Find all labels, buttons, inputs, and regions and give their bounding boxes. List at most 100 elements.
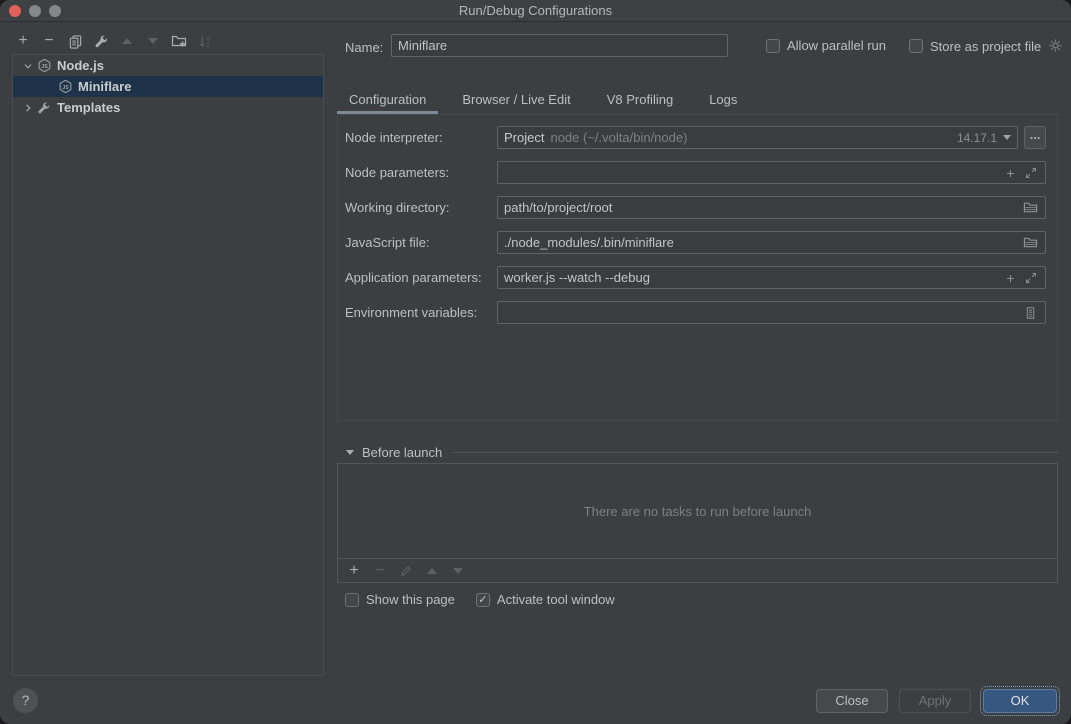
node-interpreter-combobox[interactable]: Project node (~/.volta/bin/node) 14.17.1 xyxy=(497,126,1018,149)
interpreter-project: Project xyxy=(504,130,544,145)
move-configuration-down-button xyxy=(145,33,161,49)
nodejs-icon: JS xyxy=(36,58,52,74)
zoom-window-button xyxy=(49,5,61,17)
tree-item-label: Node.js xyxy=(57,58,104,73)
page-options: Show this page ✓ Activate tool window xyxy=(345,592,615,607)
interpreter-version: 14.17.1 xyxy=(957,131,997,145)
tab-configuration[interactable]: Configuration xyxy=(337,88,438,114)
move-configuration-up-button xyxy=(119,33,135,49)
tree-item-label: Templates xyxy=(57,100,120,115)
allow-parallel-run-checkbox[interactable] xyxy=(766,39,780,53)
triangle-up-icon xyxy=(427,568,437,574)
javascript-file-field xyxy=(497,231,1046,254)
check-icon: ✓ xyxy=(478,593,487,606)
store-as-project-file-option: Store as project file xyxy=(909,38,1064,54)
activate-tool-window-checkbox[interactable]: ✓ xyxy=(476,593,490,607)
interpreter-path: node (~/.volta/bin/node) xyxy=(550,130,956,145)
name-label: Name: xyxy=(345,40,383,55)
allow-parallel-run-option: Allow parallel run xyxy=(766,38,886,53)
javascript-file-input[interactable] xyxy=(504,235,1019,250)
application-parameters-row: Application parameters: + xyxy=(337,266,1058,289)
help-button[interactable]: ? xyxy=(13,688,38,713)
before-launch-toolbar: + − xyxy=(338,558,1057,582)
chevron-right-icon[interactable] xyxy=(20,102,36,114)
triangle-down-icon xyxy=(148,38,158,44)
variables-list-icon[interactable] xyxy=(1022,305,1039,321)
environment-variables-field xyxy=(497,301,1046,324)
tab-logs[interactable]: Logs xyxy=(697,88,749,114)
plus-icon: + xyxy=(349,563,358,579)
working-directory-input[interactable] xyxy=(504,200,1019,215)
copy-configuration-button[interactable] xyxy=(67,33,83,49)
show-this-page-checkbox[interactable] xyxy=(345,593,359,607)
tree-item-nodejs[interactable]: JS Node.js xyxy=(13,55,323,76)
templates-wrench-icon xyxy=(36,100,52,116)
before-launch-panel: There are no tasks to run before launch … xyxy=(337,463,1058,583)
wrench-icon xyxy=(94,34,109,49)
plus-icon: + xyxy=(18,33,27,49)
node-interpreter-row: Node interpreter: Project node (~/.volta… xyxy=(337,126,1058,149)
edit-task-button xyxy=(398,563,414,579)
move-task-up-button xyxy=(424,563,440,579)
configurations-toolbar: + − a z xyxy=(15,31,213,51)
name-input[interactable] xyxy=(398,38,721,53)
show-this-page-label: Show this page xyxy=(366,592,455,607)
name-field xyxy=(391,34,728,57)
chevron-down-icon[interactable] xyxy=(20,60,36,72)
add-configuration-button[interactable]: + xyxy=(15,33,31,49)
configurations-tree: JS Node.js JS Miniflare Tem xyxy=(12,54,324,676)
working-directory-row: Working directory: xyxy=(337,196,1058,219)
gear-icon[interactable] xyxy=(1048,38,1064,54)
insert-macro-icon[interactable]: + xyxy=(1002,165,1019,181)
remove-configuration-button[interactable]: − xyxy=(41,33,57,49)
node-parameters-row: Node parameters: + xyxy=(337,161,1058,184)
tab-v8-profiling[interactable]: V8 Profiling xyxy=(595,88,685,114)
triangle-down-icon xyxy=(453,568,463,574)
collapse-triangle-icon xyxy=(346,450,354,455)
expand-field-icon[interactable] xyxy=(1022,165,1039,181)
tree-item-templates[interactable]: Templates xyxy=(13,97,323,118)
javascript-file-label: JavaScript file: xyxy=(345,235,430,250)
edit-templates-button[interactable] xyxy=(93,33,109,49)
activate-tool-window-label: Activate tool window xyxy=(497,592,615,607)
sort-configurations-button: a z xyxy=(197,33,213,49)
node-parameters-input[interactable] xyxy=(504,165,999,180)
tab-browser-live-edit[interactable]: Browser / Live Edit xyxy=(450,88,582,114)
close-window-button[interactable] xyxy=(9,5,21,17)
folder-icon[interactable] xyxy=(1022,235,1039,251)
working-directory-field xyxy=(497,196,1046,219)
environment-variables-label: Environment variables: xyxy=(345,305,477,320)
before-launch-header[interactable]: Before launch xyxy=(337,445,1058,460)
folder-icon[interactable] xyxy=(1022,200,1039,216)
interpreter-browse-button[interactable]: ... xyxy=(1024,126,1046,149)
javascript-file-row: JavaScript file: xyxy=(337,231,1058,254)
minus-icon: − xyxy=(44,33,53,49)
tree-item-miniflare[interactable]: JS Miniflare xyxy=(13,76,323,97)
folder-plus-icon xyxy=(171,33,187,49)
sort-az-icon: a z xyxy=(198,34,213,49)
svg-text:JS: JS xyxy=(62,85,69,91)
run-debug-configurations-dialog: Run/Debug Configurations + − xyxy=(0,0,1071,724)
node-parameters-label: Node parameters: xyxy=(345,165,449,180)
triangle-up-icon xyxy=(122,38,132,44)
node-parameters-field: + xyxy=(497,161,1046,184)
environment-variables-row: Environment variables: xyxy=(337,301,1058,324)
create-folder-button[interactable] xyxy=(171,33,187,49)
insert-macro-icon[interactable]: + xyxy=(1002,270,1019,286)
titlebar: Run/Debug Configurations xyxy=(0,0,1071,22)
store-as-project-file-checkbox[interactable] xyxy=(909,39,923,53)
add-task-button[interactable]: + xyxy=(346,563,362,579)
minus-icon: − xyxy=(375,563,384,579)
application-parameters-input[interactable] xyxy=(504,270,999,285)
copy-icon xyxy=(68,34,83,49)
svg-text:z: z xyxy=(206,42,209,49)
node-interpreter-label: Node interpreter: xyxy=(345,130,443,145)
svg-text:JS: JS xyxy=(41,64,48,70)
close-button[interactable]: Close xyxy=(816,689,888,713)
expand-field-icon[interactable] xyxy=(1022,270,1039,286)
ok-button[interactable]: OK xyxy=(983,689,1057,713)
configuration-tabs: Configuration Browser / Live Edit V8 Pro… xyxy=(337,88,761,114)
environment-variables-input[interactable] xyxy=(504,305,1019,320)
store-as-project-file-label: Store as project file xyxy=(930,39,1041,54)
working-directory-label: Working directory: xyxy=(345,200,450,215)
